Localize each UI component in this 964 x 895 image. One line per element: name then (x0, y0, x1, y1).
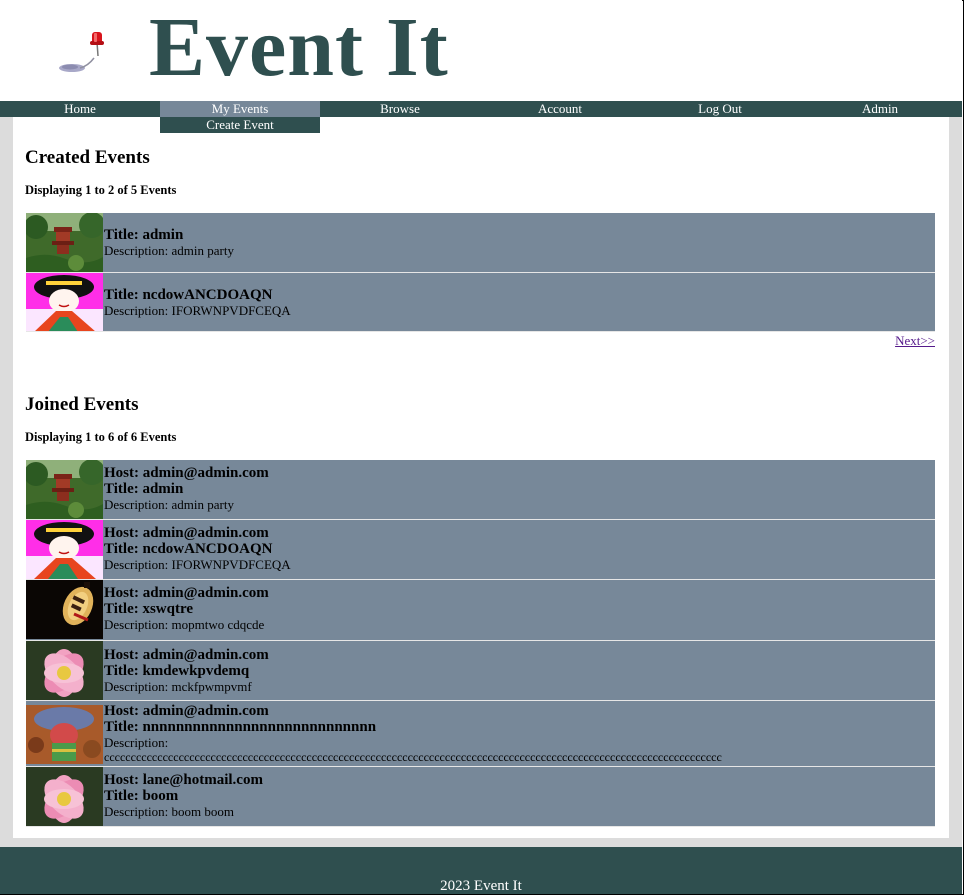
event-description: Description: mopmtwo cdqcde (104, 617, 265, 632)
nav-browse[interactable]: Browse (320, 101, 480, 117)
created-events-list: Title: admin Description: admin party Ti… (26, 213, 935, 332)
pushpin-logo-icon (59, 32, 104, 72)
geisha-portrait-thumbnail (26, 273, 103, 331)
event-description: Description: boom boom (104, 804, 234, 819)
joined-events-list: Host: admin@admin.com Title: admin Descr… (26, 460, 935, 827)
event-host: Host: admin@admin.com (104, 585, 269, 601)
pagoda-garden-thumbnail (26, 460, 103, 519)
paper-lantern-thumbnail (26, 580, 103, 639)
event-description: Description: mckfpwmpvmf (104, 679, 252, 694)
event-title: Title: boom (104, 788, 179, 804)
event-title: Title: xswqtre (104, 601, 194, 617)
created-events-count: Displaying 1 to 2 of 5 Events (25, 183, 177, 197)
event-description: Description: admin party (104, 497, 234, 512)
event-title: Title: kmdewkpvdemq (104, 663, 250, 679)
nav-home[interactable]: Home (0, 101, 160, 117)
joined-event-row[interactable]: Host: admin@admin.com Title: xswqtre Des… (26, 580, 935, 641)
site-header: Event It (0, 0, 962, 101)
joined-event-row[interactable]: Host: admin@admin.com Title: ncdowANCDOA… (26, 520, 935, 580)
event-title: Title: ncdowANCDOAQN (104, 287, 273, 303)
geisha-portrait-thumbnail (26, 520, 103, 579)
joined-events-heading: Joined Events (25, 394, 139, 415)
site-title: Event It (149, 1, 449, 94)
nav-create-event[interactable]: Create Event (160, 117, 320, 133)
event-description: Description: IFORWNPVDFCEQA (104, 303, 291, 318)
joined-event-row[interactable]: Host: admin@admin.com Title: admin Descr… (26, 460, 935, 520)
joined-event-row[interactable]: Host: lane@hotmail.com Title: boom Descr… (26, 767, 935, 827)
event-description: Description: IFORWNPVDFCEQA (104, 557, 291, 572)
doll-figure-thumbnail (26, 705, 103, 764)
nav-log-out[interactable]: Log Out (640, 101, 800, 117)
site-footer: 2023 Event It (0, 847, 962, 894)
event-host: Host: admin@admin.com (104, 525, 269, 541)
event-title: Title: ncdowANCDOAQN (104, 541, 273, 557)
event-host: Host: admin@admin.com (104, 703, 269, 719)
pagoda-garden-thumbnail (26, 213, 103, 272)
event-host: Host: admin@admin.com (104, 647, 269, 663)
event-title: Title: nnnnnnnnnnnnnnnnnnnnnnnnnnnn (104, 719, 377, 735)
joined-event-row[interactable]: Host: admin@admin.com Title: kmdewkpvdem… (26, 641, 935, 701)
nav-admin[interactable]: Admin (800, 101, 960, 117)
created-event-row[interactable]: Title: ncdowANCDOAQN Description: IFORWN… (26, 273, 935, 332)
nav-account[interactable]: Account (480, 101, 640, 117)
nav-my-events[interactable]: My Events (160, 101, 320, 117)
joined-event-row[interactable]: Host: admin@admin.com Title: nnnnnnnnnnn… (26, 701, 935, 767)
event-description: Description: (104, 735, 169, 750)
event-title: Title: admin (104, 481, 184, 497)
event-description-overflow: cccccccccccccccccccccccccccccccccccccccc… (104, 750, 722, 764)
created-event-row[interactable]: Title: admin Description: admin party (26, 213, 935, 273)
footer-copyright: 2023 Event It (440, 878, 522, 894)
event-title: Title: admin (104, 227, 184, 243)
next-page-link[interactable]: Next>> (895, 333, 935, 349)
event-host: Host: admin@admin.com (104, 465, 269, 481)
joined-events-count: Displaying 1 to 6 of 6 Events (25, 430, 177, 444)
main-nav: Home My Events Browse Account Log Out Ad… (0, 101, 962, 117)
lotus-flower-thumbnail (26, 641, 103, 700)
event-host: Host: lane@hotmail.com (104, 772, 263, 788)
created-events-heading: Created Events (25, 147, 150, 168)
lotus-flower-thumbnail (26, 767, 103, 826)
event-description: Description: admin party (104, 243, 234, 258)
